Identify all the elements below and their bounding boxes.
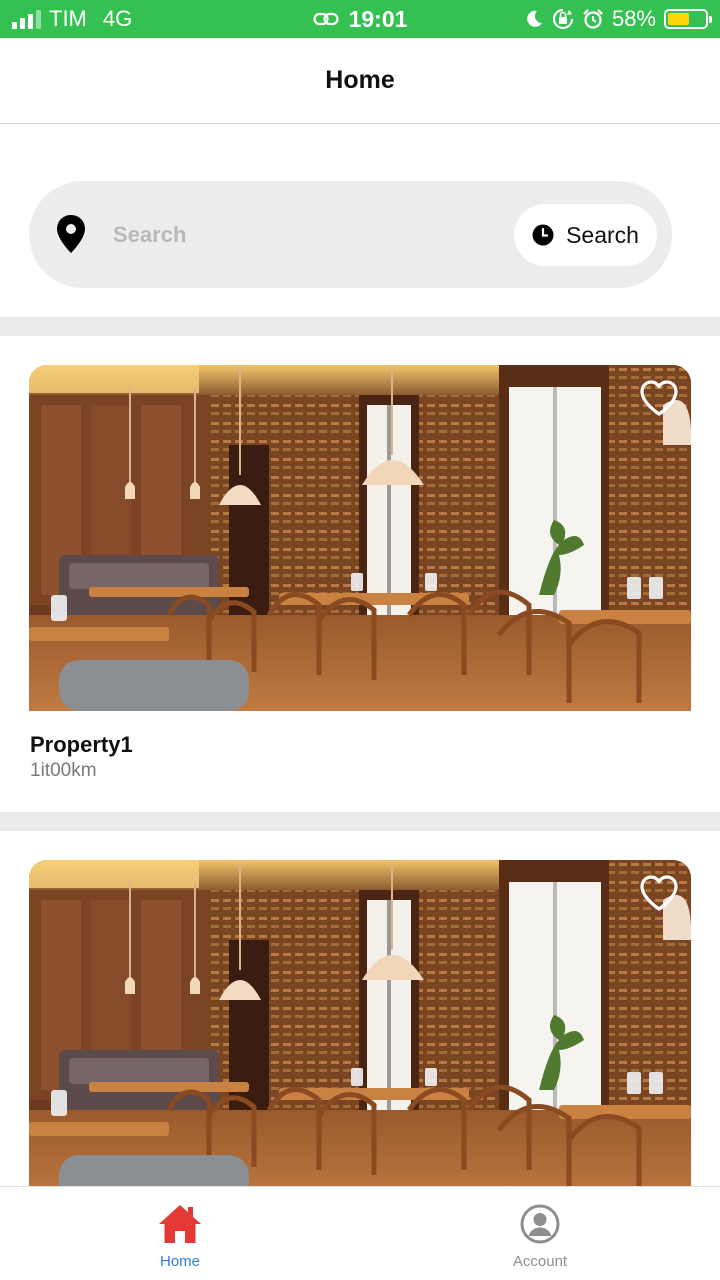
search-button[interactable]: Search	[514, 204, 657, 266]
alarm-icon	[583, 9, 603, 29]
moon-icon	[527, 10, 542, 27]
property-card[interactable]: Property1 1it00km	[0, 336, 720, 812]
clock-icon	[532, 224, 554, 246]
tab-account[interactable]: Account	[440, 1187, 640, 1280]
section-divider	[0, 812, 720, 831]
status-right: 58%	[524, 0, 712, 38]
restaurant-photo	[29, 860, 691, 1206]
home-screen: TIM 4G 19:01 58% Home Search Search Prop…	[0, 0, 720, 1280]
heart-outline-icon[interactable]	[639, 874, 679, 912]
heart-outline-icon[interactable]	[639, 379, 679, 417]
navigation-header: Home	[0, 38, 720, 124]
link-icon	[312, 12, 339, 26]
search-button-label: Search	[566, 221, 639, 248]
location-pin-icon[interactable]	[55, 214, 87, 254]
account-icon	[520, 1204, 560, 1244]
rotation-lock-icon	[552, 8, 574, 30]
search-bar: Search	[29, 181, 672, 288]
property-card[interactable]	[0, 831, 720, 1186]
property-photo[interactable]	[29, 860, 691, 1206]
tab-home[interactable]: Home	[80, 1187, 280, 1280]
page-title: Home	[325, 66, 395, 94]
tab-label: Account	[512, 1253, 568, 1270]
restaurant-photo	[29, 365, 691, 711]
clock-time: 19:01	[348, 5, 408, 32]
tab-label: Home	[159, 1253, 200, 1270]
battery-percent: 58%	[611, 6, 656, 31]
property-distance: 1it00km	[30, 760, 97, 781]
section-divider	[0, 317, 720, 336]
property-name: Property1	[30, 732, 133, 757]
battery-icon	[664, 9, 712, 29]
property-photo[interactable]	[29, 365, 691, 711]
home-icon	[159, 1205, 201, 1243]
status-bar: TIM 4G 19:01 58%	[0, 0, 720, 38]
search-input[interactable]	[113, 215, 493, 255]
bottom-tab-bar: Home Account	[0, 1186, 720, 1280]
